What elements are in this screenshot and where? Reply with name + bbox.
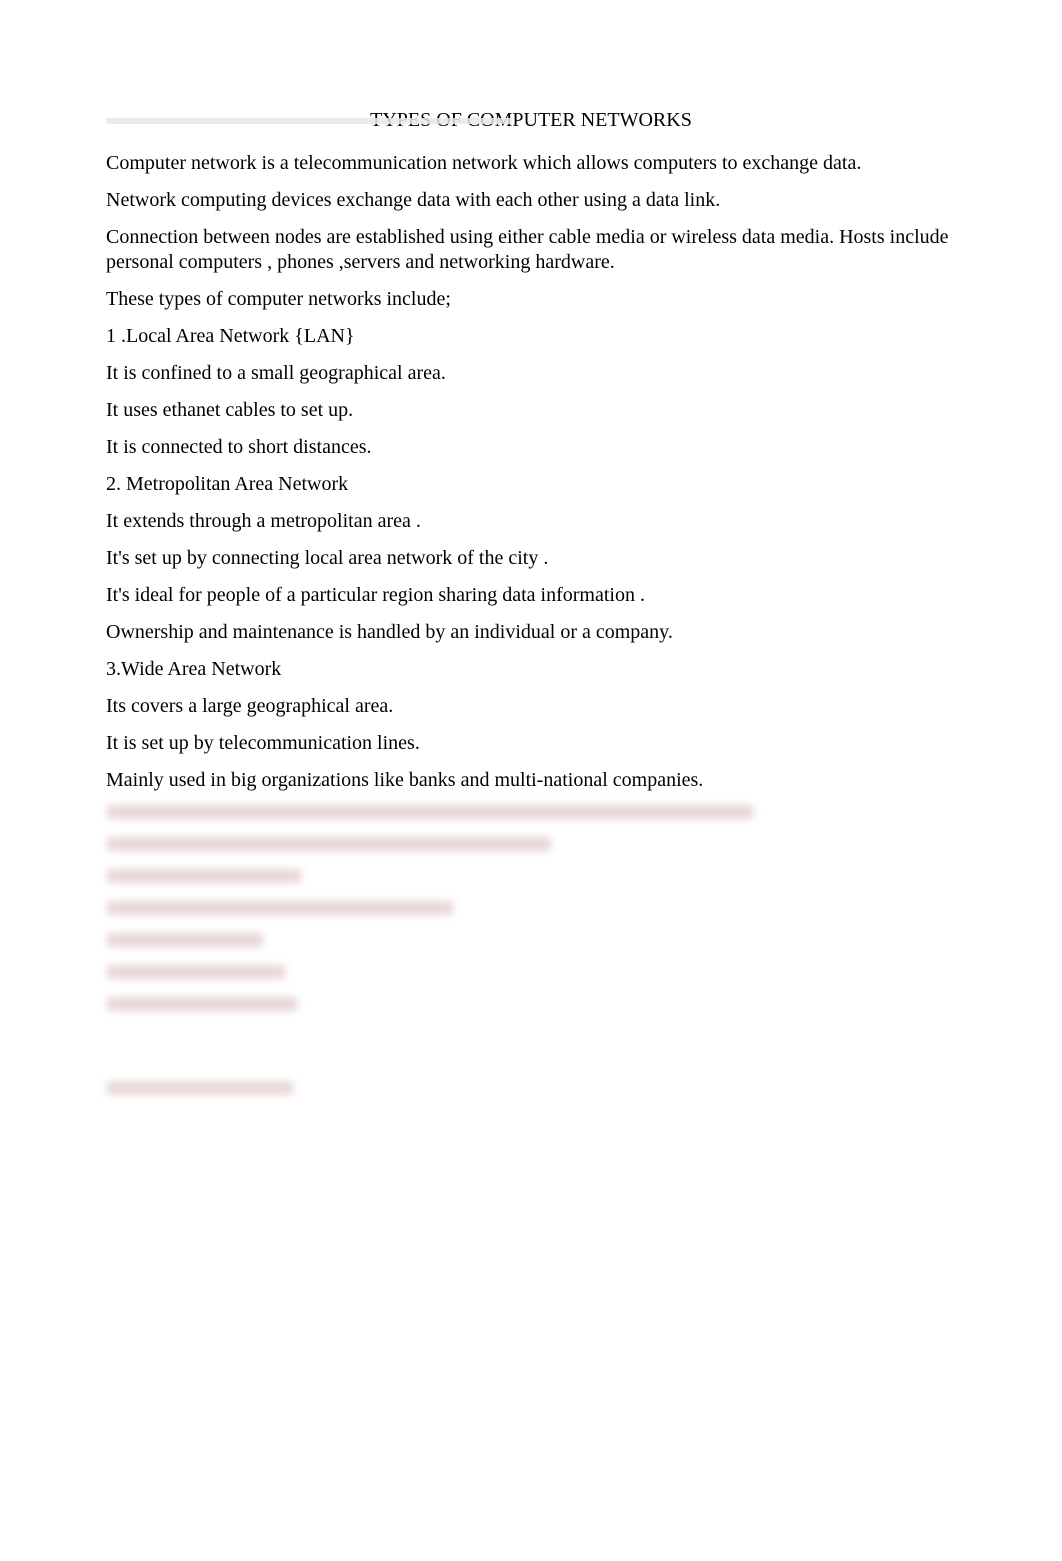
body-paragraph: Its covers a large geographical area. <box>106 694 956 719</box>
body-paragraph: It is confined to a small geographical a… <box>106 361 956 386</box>
blurred-text-line <box>106 901 454 915</box>
body-paragraph: Ownership and maintenance is handled by … <box>106 620 956 645</box>
body-paragraph: It's ideal for people of a particular re… <box>106 583 956 608</box>
body-paragraph: Mainly used in big organizations like ba… <box>106 768 956 793</box>
blurred-preview-region <box>106 805 956 1095</box>
blurred-text-line <box>106 837 552 851</box>
body-paragraph: It uses ethanet cables to set up. <box>106 398 956 423</box>
body-paragraph: 1 .Local Area Network {LAN} <box>106 324 956 349</box>
title-underline-decoration <box>106 118 512 124</box>
blurred-text-line <box>106 869 302 883</box>
body-paragraph: It's set up by connecting local area net… <box>106 546 956 571</box>
body-paragraph: It extends through a metropolitan area . <box>106 509 956 534</box>
body-paragraph: Network computing devices exchange data … <box>106 188 956 213</box>
blurred-text-line <box>106 965 286 979</box>
body-paragraph: Computer network is a telecommunication … <box>106 151 956 176</box>
blurred-text-line <box>106 933 264 947</box>
body-paragraph: 3.Wide Area Network <box>106 657 956 682</box>
body-paragraph: These types of computer networks include… <box>106 287 956 312</box>
body-paragraph: Connection between nodes are established… <box>106 225 956 275</box>
body-paragraph: It is set up by telecommunication lines. <box>106 731 956 756</box>
blurred-text-line <box>106 805 754 819</box>
blurred-text-line <box>106 1081 294 1095</box>
body-paragraph: 2. Metropolitan Area Network <box>106 472 956 497</box>
document-page: TYPES OF COMPUTER NETWORKS Computer netw… <box>0 0 1062 1561</box>
body-paragraph: It is connected to short distances. <box>106 435 956 460</box>
blurred-text-line <box>106 997 298 1011</box>
